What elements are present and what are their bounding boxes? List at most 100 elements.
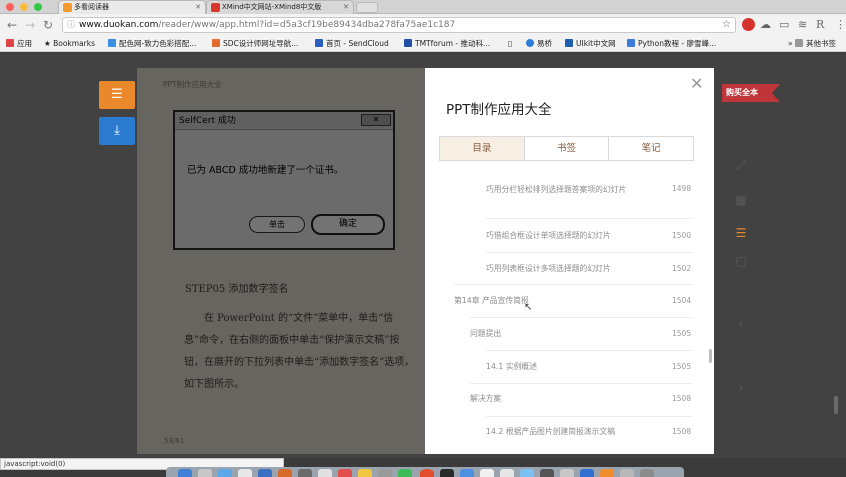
browser-tab[interactable]: XMind中文网站-XMind8中文版 ✕ xyxy=(206,0,354,14)
app-dock-icon[interactable] xyxy=(560,469,574,477)
fullscreen-icon[interactable]: ⤢ xyxy=(728,158,754,173)
bookmark-favicon-icon xyxy=(565,39,573,47)
page-scrollbar[interactable] xyxy=(834,396,838,414)
close-icon[interactable]: ✕ xyxy=(690,76,703,92)
page-header-title: PPT制作应用大全 xyxy=(163,80,222,89)
next-page-chevron-icon[interactable]: › xyxy=(728,380,754,396)
toc-item[interactable]: 问题提出 xyxy=(470,328,501,340)
toc-list-icon[interactable]: ☰ xyxy=(728,226,754,240)
dialog-message: 已为 ABCD 成功地新建了一个证书。 xyxy=(187,165,344,176)
rss-extension-icon[interactable]: ≋ xyxy=(798,18,807,32)
bookmark-item[interactable]: SDC设计师网址导航... xyxy=(212,38,298,50)
toc-scrollbar[interactable] xyxy=(709,349,712,363)
bookmark-item[interactable]: 易桥 xyxy=(526,38,552,50)
app-dock-icon[interactable] xyxy=(600,469,614,477)
buy-full-book-button[interactable]: 购买全本 xyxy=(722,84,780,102)
forward-arrow-icon[interactable]: → xyxy=(25,16,35,34)
bookmark-item[interactable]: 应用 xyxy=(6,38,32,50)
tab-close-icon[interactable]: ✕ xyxy=(343,1,349,13)
bookmark-item[interactable]: TMTforum - 推动科... xyxy=(404,38,490,50)
other-bookmarks[interactable]: » 其他书签 xyxy=(788,38,836,50)
app-dock-icon[interactable] xyxy=(398,469,412,477)
close-window-icon[interactable] xyxy=(6,3,14,11)
app-dock-icon[interactable] xyxy=(298,469,312,477)
divider xyxy=(454,284,692,285)
adblock-extension-icon[interactable] xyxy=(742,18,755,31)
bookmark-favicon-icon xyxy=(212,39,220,47)
toc-item[interactable]: 巧用分栏轻松排列选择题答案项的幻灯片 xyxy=(486,184,646,196)
dialog-ok-button: 确定 xyxy=(311,214,385,235)
toc-page: 1500 xyxy=(672,231,692,240)
zoom-window-icon[interactable] xyxy=(34,3,42,11)
terminal-dock-icon[interactable] xyxy=(440,469,454,477)
minimize-window-icon[interactable] xyxy=(20,3,28,11)
app-dock-icon[interactable] xyxy=(480,469,494,477)
download-button[interactable]: ⤓ xyxy=(99,117,135,145)
app-dock-icon[interactable] xyxy=(378,469,392,477)
app-dock-icon[interactable] xyxy=(198,469,212,477)
tab-favicon-icon xyxy=(211,3,220,12)
address-bar[interactable]: ⓘ www.duokan.com/reader/www/app.html?id=… xyxy=(62,17,736,33)
finder-dock-icon[interactable] xyxy=(178,469,192,477)
reload-icon[interactable]: ↻ xyxy=(43,16,53,34)
menu-kebab-icon[interactable]: ⋮ xyxy=(835,18,846,32)
app-dock-icon[interactable] xyxy=(218,469,232,477)
screen-extension-icon[interactable]: ▭ xyxy=(779,18,789,32)
app-dock-icon[interactable] xyxy=(278,469,292,477)
toc-item[interactable]: 14.2 根据产品图片创建简报演示文稿 xyxy=(486,426,646,438)
app-dock-icon[interactable] xyxy=(318,469,332,477)
chevron-right-icon: » xyxy=(788,39,795,48)
tab-bookmarks[interactable]: 书签 xyxy=(525,137,610,160)
bookmark-favicon-icon xyxy=(404,39,412,47)
bookmark-item[interactable]: 首页 - SendCloud xyxy=(315,38,389,50)
bookmark-item[interactable]: 配色网-致力色彩搭配... xyxy=(108,38,196,50)
toc-item[interactable]: 巧借组合框设计单项选择题的幻灯片 xyxy=(486,230,611,242)
app-dock-icon[interactable] xyxy=(620,469,634,477)
toc-item[interactable]: 第14章 产品宣传简报 xyxy=(454,295,529,307)
toc-page: 1505 xyxy=(672,362,692,371)
tab-notes[interactable]: 笔记 xyxy=(609,137,693,160)
trash-dock-icon[interactable] xyxy=(640,469,654,477)
app-dock-icon[interactable] xyxy=(460,469,474,477)
bookmark-item[interactable]: Python教程 - 廖雪峰... xyxy=(627,38,716,50)
info-icon[interactable]: ⓘ xyxy=(67,18,75,32)
bookmark-star-icon[interactable]: ☆ xyxy=(722,18,731,32)
app-dock-icon[interactable] xyxy=(258,469,272,477)
bookmark-item[interactable]: UIkit中文网 xyxy=(565,38,616,50)
toc-page: 1508 xyxy=(672,427,692,436)
folder-icon xyxy=(794,39,803,47)
app-dock-icon[interactable] xyxy=(580,469,594,477)
step-heading: STEP05 添加数字签名 xyxy=(185,284,289,295)
toc-list: 巧用分栏轻松排列选择题答案项的幻灯片 1498 巧借组合框设计单项选择题的幻灯片… xyxy=(425,166,714,454)
toc-item[interactable]: 解决方案 xyxy=(470,393,501,405)
comment-icon[interactable]: ▢ xyxy=(728,254,754,268)
bookmark-item[interactable]: ★ Bookmarks xyxy=(44,38,95,50)
browser-tab-bar: 多看阅读器 ✕ XMind中文网站-XMind8中文版 ✕ xyxy=(0,0,846,14)
body-paragraph: 在 PowerPoint 的“文件”菜单中，单击“信息”命令，在右侧的面板中单击… xyxy=(184,313,415,390)
app-dock-icon[interactable] xyxy=(500,469,514,477)
app-dock-icon[interactable] xyxy=(540,469,554,477)
toc-item[interactable]: 14.1 实例概述 xyxy=(486,361,537,373)
browser-tab-active[interactable]: 多看阅读器 ✕ xyxy=(58,0,206,14)
bookmark-favicon-icon xyxy=(108,39,116,47)
cloud-extension-icon[interactable]: ☁ xyxy=(760,18,771,32)
toc-page: 1505 xyxy=(672,329,692,338)
new-tab-button[interactable] xyxy=(356,2,378,13)
bookmark-item[interactable]: ▯ xyxy=(508,38,512,50)
list-icon: ☰ xyxy=(111,87,123,102)
back-arrow-icon[interactable]: ← xyxy=(7,16,17,34)
app-dock-icon[interactable] xyxy=(338,469,352,477)
tab-close-icon[interactable]: ✕ xyxy=(195,1,201,13)
toc-toggle-button[interactable]: ☰ xyxy=(99,81,135,109)
reader-extension-icon[interactable]: R xyxy=(816,18,824,32)
dialog-cancel-button: 单击 xyxy=(249,216,305,233)
toc-item[interactable]: 巧用列表框设计多项选择题的幻灯片 xyxy=(486,263,611,275)
tab-contents[interactable]: 目录 xyxy=(440,137,525,160)
chrome-dock-icon[interactable] xyxy=(420,469,434,477)
grid-view-icon[interactable]: ▦ xyxy=(728,193,754,207)
toc-page: 1502 xyxy=(672,264,692,273)
app-dock-icon[interactable] xyxy=(238,469,252,477)
app-dock-icon[interactable] xyxy=(358,469,372,477)
prev-page-chevron-icon[interactable]: ‹ xyxy=(728,316,754,332)
app-dock-icon[interactable] xyxy=(520,469,534,477)
